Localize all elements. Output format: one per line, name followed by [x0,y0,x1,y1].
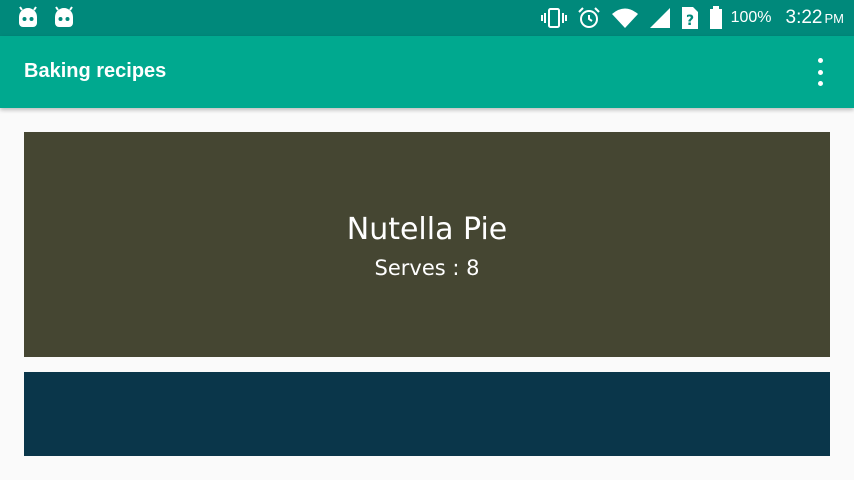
svg-text:?: ? [686,13,694,29]
alarm-icon [577,6,601,30]
battery-icon [709,6,723,30]
recipe-serves: Serves : 8 [374,256,480,280]
overflow-dot [817,81,823,86]
app-title: Baking recipes [24,60,167,82]
app-bar: Baking recipes [0,36,854,108]
recipe-card-nutella-pie[interactable]: Nutella Pie Serves : 8 [24,132,830,357]
recipe-name: Nutella Pie [346,212,508,247]
battery-percent: 100% [730,9,772,26]
wifi-icon [611,7,639,29]
overflow-dot [817,69,823,75]
cellular-signal-icon [649,7,671,29]
system-icons: ? 100% 3:22 PM [540,0,844,36]
more-vert-icon[interactable] [808,58,832,86]
recipe-card[interactable] [24,372,830,456]
android-icon [52,6,76,32]
notification-icons [16,6,76,32]
sim-unknown-icon: ? [681,6,699,30]
clock-time: 3:22 [785,7,823,28]
android-icon [16,6,40,32]
clock: 3:22 PM [782,7,844,29]
clock-ampm: PM [824,11,845,26]
overflow-dot [817,58,823,63]
vibrate-icon [540,7,567,29]
status-bar: ? 100% 3:22 PM [0,0,854,36]
